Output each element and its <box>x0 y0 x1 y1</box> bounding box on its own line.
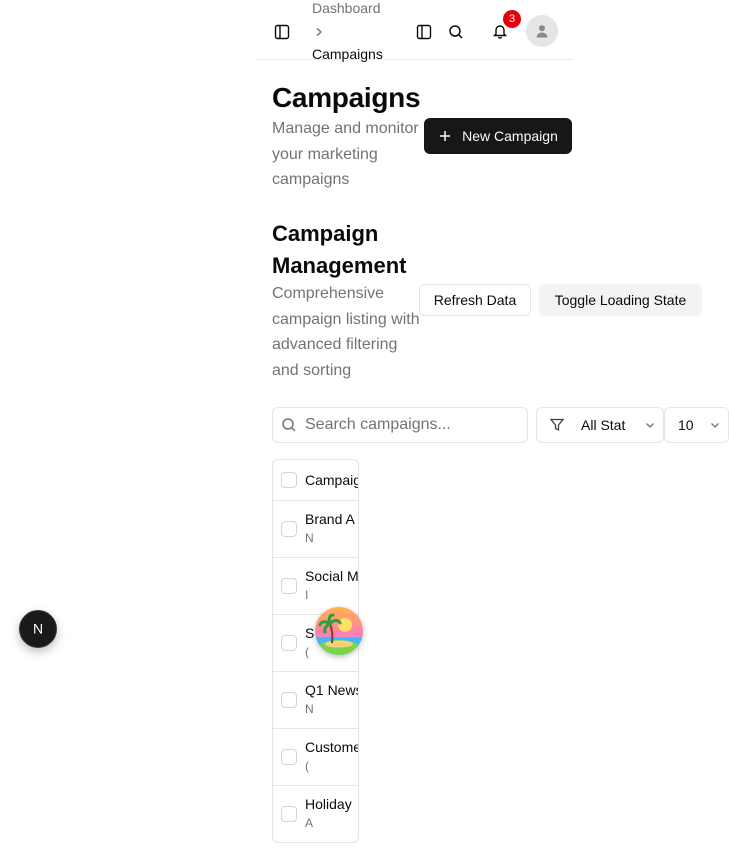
breadcrumb-current: Campaigns <box>312 46 383 62</box>
table-row[interactable]: Q1 News N <box>273 672 358 729</box>
rows-per-page-value: 10 <box>678 417 694 433</box>
breadcrumb-parent[interactable]: Dashboard <box>312 0 381 16</box>
status-filter-select[interactable]: All Stat <box>536 407 664 443</box>
campaign-meta: I <box>305 588 309 602</box>
page-title: Campaigns <box>272 82 421 113</box>
chevron-down-icon <box>710 423 719 428</box>
search-icon[interactable] <box>444 20 468 44</box>
table-row[interactable]: Brand A N <box>273 501 358 558</box>
chevron-right-icon <box>312 23 326 41</box>
row-checkbox[interactable] <box>281 692 297 708</box>
row-checkbox[interactable] <box>281 578 297 594</box>
user-icon <box>536 25 548 38</box>
table-row[interactable]: Holiday A <box>273 786 358 842</box>
panel-toggle-icon[interactable] <box>412 20 436 44</box>
toggle-loading-button[interactable]: Toggle Loading State <box>539 284 702 316</box>
search-field[interactable] <box>272 407 528 443</box>
refresh-data-button[interactable]: Refresh Data <box>419 284 531 316</box>
row-checkbox[interactable] <box>281 749 297 765</box>
table-header: Campaig <box>273 460 358 501</box>
campaign-name: S <box>305 625 315 641</box>
next-dev-badge[interactable]: N <box>19 610 57 648</box>
campaign-name: Social M <box>305 568 359 584</box>
campaign-name: Q1 News <box>305 682 359 698</box>
row-checkbox[interactable] <box>281 806 297 822</box>
new-campaign-label: New Campaign <box>462 128 558 144</box>
topbar-divider <box>256 59 573 60</box>
campaign-name: Brand A <box>305 511 355 527</box>
sidebar-toggle-icon[interactable] <box>270 20 294 44</box>
notification-badge: 3 <box>502 9 522 29</box>
column-header-campaign[interactable]: Campaig <box>305 472 358 488</box>
row-checkbox[interactable] <box>281 521 297 537</box>
next-logo-icon: N <box>33 621 43 637</box>
avatar[interactable] <box>526 15 558 47</box>
campaign-meta: ( <box>305 759 309 773</box>
section-title: Campaign Management <box>272 221 407 278</box>
campaign-meta: A <box>305 816 314 830</box>
campaign-meta: ( <box>305 645 309 659</box>
table-row[interactable]: Social M I <box>273 558 358 615</box>
palm-island-icon[interactable] <box>315 607 363 655</box>
svg-text:N: N <box>33 621 43 637</box>
chevron-down-icon <box>646 423 655 428</box>
campaign-name: Holiday <box>305 796 352 812</box>
search-icon <box>282 418 296 432</box>
select-all-checkbox[interactable] <box>281 472 297 488</box>
campaign-name: Custome <box>305 739 359 755</box>
campaign-meta: N <box>305 531 314 545</box>
page-subtitle: Manage and monitor your marketing campai… <box>272 120 419 188</box>
search-input[interactable] <box>305 416 515 434</box>
section-subtitle: Comprehensive campaign listing with adva… <box>272 285 420 379</box>
status-filter-value: All Stat <box>581 417 626 433</box>
filter-icon <box>549 418 565 432</box>
campaign-meta: N <box>305 702 314 716</box>
new-campaign-button[interactable]: New Campaign <box>424 118 572 154</box>
plus-icon <box>440 131 451 141</box>
table-row[interactable]: Custome ( <box>273 729 358 786</box>
rows-per-page-select[interactable]: 10 <box>664 407 729 443</box>
row-checkbox[interactable] <box>281 635 297 651</box>
